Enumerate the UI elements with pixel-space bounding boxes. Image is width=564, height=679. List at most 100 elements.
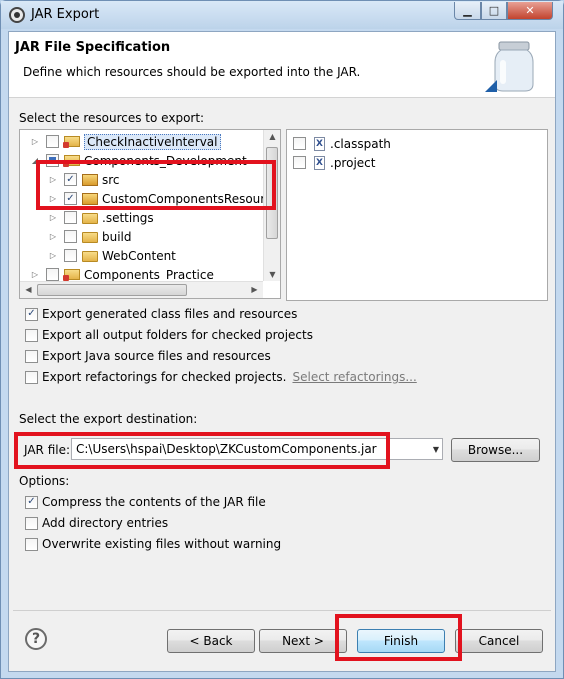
browse-button[interactable]: Browse... xyxy=(451,438,540,462)
tree-item-label: Components_Practice xyxy=(84,267,214,282)
window-title: JAR Export xyxy=(31,7,100,22)
tree-horizontal-scrollbar[interactable]: ◀ ▶ xyxy=(20,281,263,298)
expand-icon[interactable]: ▷ xyxy=(48,194,58,203)
tree-checkbox[interactable] xyxy=(64,249,77,262)
back-button[interactable]: < Back xyxy=(167,629,255,653)
tree-item-label: Components_Development xyxy=(84,153,247,168)
option-label: Compress the contents of the JAR file xyxy=(42,495,266,509)
tree-checkbox[interactable]: ✓ xyxy=(64,192,77,205)
tree-item-label: .settings xyxy=(102,210,154,225)
page-title: JAR File Specification xyxy=(15,40,171,55)
help-icon[interactable]: ? xyxy=(25,628,47,650)
title-bar[interactable]: JAR Export ▁ □ ✕ xyxy=(1,1,563,29)
option-overwrite[interactable]: Overwrite existing files without warning xyxy=(25,537,281,551)
file-item-label: .classpath xyxy=(330,136,391,151)
dialog-content: JAR File Specification Define which reso… xyxy=(8,31,556,672)
tree-checkbox[interactable] xyxy=(46,154,59,167)
option-export-output-folders[interactable]: Export all output folders for checked pr… xyxy=(25,328,313,342)
tree-item-build[interactable]: ▷ build xyxy=(48,227,132,246)
destination-label: Select the export destination: xyxy=(19,412,198,426)
tree-checkbox[interactable] xyxy=(64,230,77,243)
checkbox[interactable]: ✓ xyxy=(25,307,38,321)
collapse-icon[interactable]: ◢ xyxy=(30,156,40,165)
select-refactorings-link[interactable]: Select refactorings... xyxy=(292,370,416,384)
scroll-down-icon[interactable]: ▼ xyxy=(264,270,280,279)
folder-icon xyxy=(82,251,98,262)
tree-item-label: src xyxy=(102,172,120,187)
expand-icon[interactable]: ▷ xyxy=(48,232,58,241)
option-compress[interactable]: ✓ Compress the contents of the JAR file xyxy=(25,495,266,509)
tree-item-customcomponentsresources[interactable]: ▷ ✓ CustomComponentsResources xyxy=(48,189,281,208)
expand-icon[interactable]: ▷ xyxy=(48,213,58,222)
option-export-class-files[interactable]: ✓ Export generated class files and resou… xyxy=(25,307,297,321)
button-bar-divider xyxy=(13,610,551,611)
tree-checkbox[interactable] xyxy=(46,135,59,148)
project-icon xyxy=(63,269,80,281)
expand-icon[interactable]: ▷ xyxy=(48,251,58,260)
scroll-thumb[interactable] xyxy=(266,147,278,239)
finish-button[interactable]: Finish xyxy=(357,629,445,653)
chevron-down-icon[interactable]: ▼ xyxy=(433,445,439,454)
tree-item-label: CheckInactiveInterval xyxy=(84,133,221,150)
jar-file-combo[interactable]: C:\Users\hspai\Desktop\ZKCustomComponent… xyxy=(71,438,443,460)
option-label: Export refactorings for checked projects… xyxy=(42,370,287,384)
checkbox[interactable] xyxy=(25,516,38,530)
checkbox[interactable] xyxy=(25,370,38,384)
jar-file-value: C:\Users\hspai\Desktop\ZKCustomComponent… xyxy=(76,442,377,456)
jar-icon xyxy=(485,41,534,92)
folder-icon xyxy=(82,213,98,224)
checkbox[interactable] xyxy=(25,349,38,363)
package-folder-icon xyxy=(82,173,98,186)
option-label: Overwrite existing files without warning xyxy=(42,537,282,551)
scroll-left-icon[interactable]: ◀ xyxy=(20,285,37,294)
project-icon xyxy=(63,136,80,148)
expand-icon[interactable]: ▷ xyxy=(30,137,40,146)
tree-item-components-development[interactable]: ◢ Components_Development xyxy=(30,151,247,170)
tree-item-webcontent[interactable]: ▷ WebContent xyxy=(48,246,176,265)
option-label: Export all output folders for checked pr… xyxy=(42,328,313,342)
maximize-button[interactable]: □ xyxy=(481,2,507,20)
expand-icon[interactable]: ▷ xyxy=(48,175,58,184)
tree-item-checkinactiveinterval[interactable]: ▷ CheckInactiveInterval xyxy=(30,132,221,151)
scroll-thumb[interactable] xyxy=(37,284,187,296)
project-icon xyxy=(63,155,80,167)
file-checkbox[interactable] xyxy=(293,137,306,150)
tree-vertical-scrollbar[interactable]: ▲ ▼ xyxy=(263,130,280,281)
option-export-java-source[interactable]: Export Java source files and resources xyxy=(25,349,271,363)
eclipse-icon xyxy=(9,7,25,23)
tree-item-label: CustomComponentsResources xyxy=(102,191,281,206)
minimize-button[interactable]: ▁ xyxy=(454,2,481,20)
file-item-project[interactable]: X .project xyxy=(293,153,375,172)
xml-file-icon: X xyxy=(314,155,325,170)
close-button[interactable]: ✕ xyxy=(507,2,553,20)
tree-checkbox[interactable]: ✓ xyxy=(64,173,77,186)
scroll-right-icon[interactable]: ▶ xyxy=(246,285,263,294)
package-folder-icon xyxy=(82,192,98,205)
cancel-button[interactable]: Cancel xyxy=(455,629,543,653)
option-label: Export generated class files and resourc… xyxy=(42,307,298,321)
resource-tree[interactable]: ▷ CheckInactiveInterval ◢ Components_Dev… xyxy=(19,129,281,299)
checkbox[interactable] xyxy=(25,537,38,551)
file-checkbox[interactable] xyxy=(293,156,306,169)
tree-checkbox[interactable] xyxy=(64,211,77,224)
next-button[interactable]: Next > xyxy=(259,629,347,653)
file-item-classpath[interactable]: X .classpath xyxy=(293,134,391,153)
option-export-refactorings[interactable]: Export refactorings for checked projects… xyxy=(25,370,417,384)
jar-file-label: JAR file: xyxy=(24,443,71,457)
checkbox[interactable] xyxy=(25,328,38,342)
tree-item-label: build xyxy=(102,229,132,244)
resource-file-list[interactable]: X .classpath X .project xyxy=(286,129,548,301)
file-item-label: .project xyxy=(330,155,376,170)
tree-checkbox[interactable] xyxy=(46,268,59,281)
wizard-header: JAR File Specification Define which reso… xyxy=(9,32,555,98)
scroll-up-icon[interactable]: ▲ xyxy=(264,132,280,141)
tree-item-label: WebContent xyxy=(102,248,176,263)
jar-export-window: JAR Export ▁ □ ✕ JAR File Specification … xyxy=(0,0,564,679)
checkbox[interactable]: ✓ xyxy=(25,495,38,509)
resources-label: Select the resources to export: xyxy=(19,111,205,125)
option-label: Export Java source files and resources xyxy=(42,349,271,363)
option-add-directory-entries[interactable]: Add directory entries xyxy=(25,516,168,530)
tree-item-src[interactable]: ▷ ✓ src xyxy=(48,170,120,189)
expand-icon[interactable]: ▷ xyxy=(30,270,40,279)
tree-item-settings[interactable]: ▷ .settings xyxy=(48,208,154,227)
